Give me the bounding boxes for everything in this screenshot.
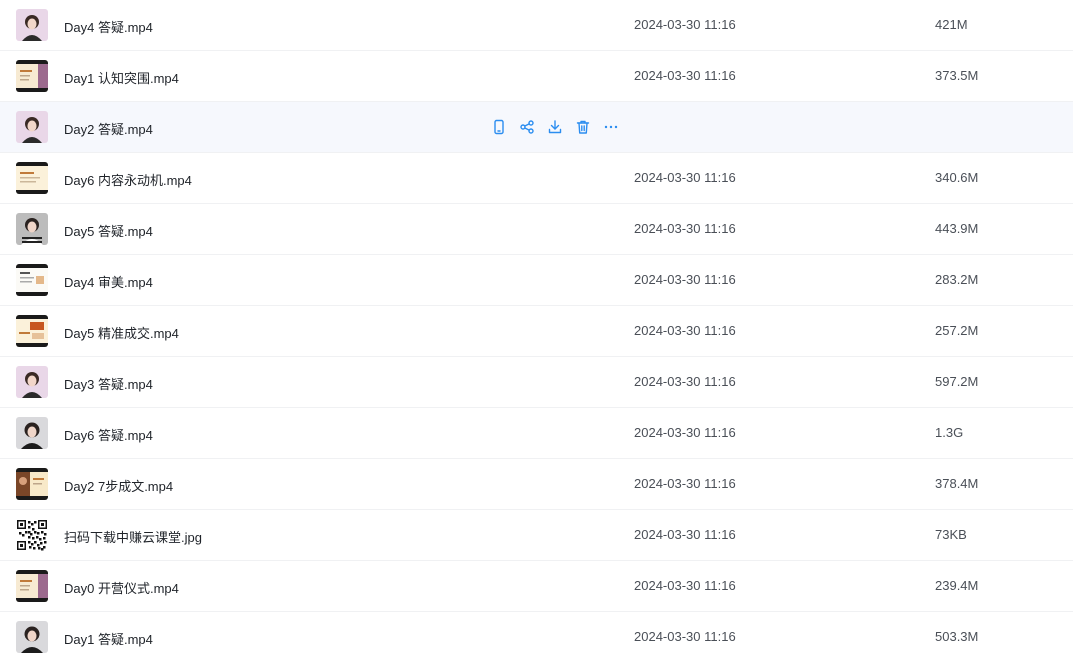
file-name[interactable]: Day6 内容永动机.mp4 [64, 170, 192, 189]
file-row[interactable]: Day6 答疑.mp4 2024-03-30 11:16 1.3G [0, 408, 1073, 459]
file-name[interactable]: Day1 认知突围.mp4 [64, 68, 179, 87]
file-size: 340.6M [935, 170, 979, 185]
video-thumbnail[interactable] [16, 60, 48, 92]
file-row[interactable]: Day4 审美.mp4 2024-03-30 11:16 283.2M [0, 255, 1073, 306]
file-name[interactable]: Day4 审美.mp4 [64, 272, 153, 291]
video-thumbnail[interactable] [16, 162, 48, 194]
file-size: 283.2M [935, 272, 979, 287]
file-name[interactable]: Day2 7步成文.mp4 [64, 476, 173, 495]
video-thumbnail[interactable] [16, 213, 48, 245]
file-size: 257.2M [935, 323, 979, 338]
file-row[interactable]: Day0 开营仪式.mp4 2024-03-30 11:16 239.4M [0, 561, 1073, 612]
file-date: 2024-03-30 11:16 [634, 629, 736, 644]
file-date: 2024-03-30 11:16 [634, 374, 736, 389]
file-size: 239.4M [935, 578, 979, 593]
video-thumbnail[interactable] [16, 111, 48, 143]
file-date: 2024-03-30 11:16 [634, 17, 736, 32]
file-row[interactable]: Day2 7步成文.mp4 2024-03-30 11:16 378.4M [0, 459, 1073, 510]
file-size: 443.9M [935, 221, 979, 236]
file-date: 2024-03-30 11:16 [634, 578, 736, 593]
file-date: 2024-03-30 11:16 [634, 476, 736, 491]
download-icon[interactable] [545, 117, 565, 137]
file-name[interactable]: Day6 答疑.mp4 [64, 425, 153, 444]
file-size: 73KB [935, 527, 967, 542]
file-size: 503.3M [935, 629, 979, 644]
delete-icon[interactable] [573, 117, 593, 137]
file-row[interactable]: Day4 答疑.mp4 2024-03-30 11:16 421M [0, 0, 1073, 51]
file-row[interactable]: Day1 认知突围.mp4 2024-03-30 11:16 373.5M [0, 51, 1073, 102]
file-name[interactable]: 扫码下载中赚云课堂.jpg [64, 527, 202, 546]
file-name[interactable]: Day4 答疑.mp4 [64, 17, 153, 36]
file-name[interactable]: Day5 精准成交.mp4 [64, 323, 179, 342]
video-thumbnail[interactable] [16, 315, 48, 347]
video-thumbnail[interactable] [16, 264, 48, 296]
video-thumbnail[interactable] [16, 366, 48, 398]
more-icon[interactable] [601, 117, 621, 137]
file-size: 373.5M [935, 68, 979, 83]
file-date: 2024-03-30 11:16 [634, 323, 736, 338]
row-actions [489, 117, 621, 137]
file-size: 421M [935, 17, 968, 32]
video-thumbnail[interactable] [16, 417, 48, 449]
file-name[interactable]: Day5 答疑.mp4 [64, 221, 153, 240]
phone-icon[interactable] [489, 117, 509, 137]
file-row[interactable]: Day3 答疑.mp4 2024-03-30 11:16 597.2M [0, 357, 1073, 408]
file-date: 2024-03-30 11:16 [634, 68, 736, 83]
file-date: 2024-03-30 11:16 [634, 272, 736, 287]
file-size: 1.3G [935, 425, 964, 440]
video-thumbnail[interactable] [16, 621, 48, 653]
video-thumbnail[interactable] [16, 9, 48, 41]
file-date: 2024-03-30 11:16 [634, 170, 736, 185]
file-row[interactable]: Day6 内容永动机.mp4 2024-03-30 11:16 340.6M [0, 153, 1073, 204]
file-name[interactable]: Day0 开营仪式.mp4 [64, 578, 179, 597]
qr-code-thumbnail[interactable] [16, 519, 48, 551]
video-thumbnail[interactable] [16, 570, 48, 602]
video-thumbnail[interactable] [16, 468, 48, 500]
file-date: 2024-03-30 11:16 [634, 221, 736, 236]
file-name[interactable]: Day1 答疑.mp4 [64, 629, 153, 648]
file-date: 2024-03-30 11:16 [634, 425, 736, 440]
file-list: Day4 答疑.mp4 2024-03-30 11:16 421M Day1 认知突围… [0, 0, 1073, 658]
file-name[interactable]: Day3 答疑.mp4 [64, 374, 153, 393]
file-row[interactable]: Day5 精准成交.mp4 2024-03-30 11:16 257.2M [0, 306, 1073, 357]
file-row[interactable]: Day2 答疑.mp4 [0, 102, 1073, 153]
file-row[interactable]: Day5 答疑.mp4 2024-03-30 11:16 443.9M [0, 204, 1073, 255]
file-name[interactable]: Day2 答疑.mp4 [64, 119, 153, 138]
file-size: 378.4M [935, 476, 979, 491]
file-row[interactable]: 扫码下载中赚云课堂.jpg 2024-03-30 11:16 73KB [0, 510, 1073, 561]
share-icon[interactable] [517, 117, 537, 137]
file-date: 2024-03-30 11:16 [634, 527, 736, 542]
file-row[interactable]: Day1 答疑.mp4 2024-03-30 11:16 503.3M [0, 612, 1073, 658]
file-size: 597.2M [935, 374, 979, 389]
